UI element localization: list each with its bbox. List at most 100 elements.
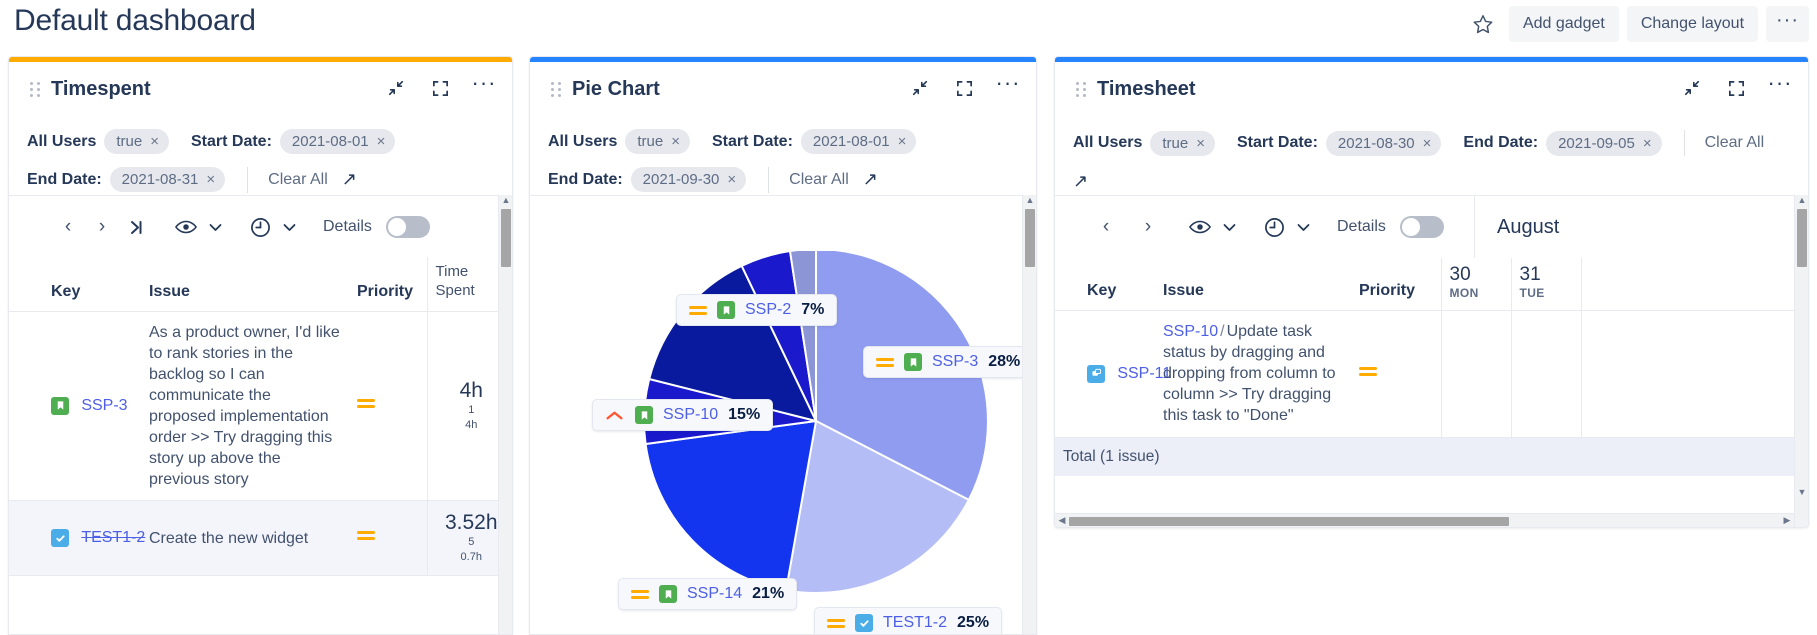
close-icon[interactable]: × — [1196, 136, 1205, 151]
pie-label-ssp-2[interactable]: SSP-2 7% — [676, 294, 838, 326]
eye-icon[interactable] — [1183, 212, 1217, 242]
column-header-time-spent: Time Spent — [426, 257, 498, 312]
table-row[interactable]: SSP-11 SSP-10/Update task status by drag… — [1055, 310, 1794, 438]
gadget-vertical-scrollbar[interactable]: ▲ ▼ — [1794, 195, 1808, 527]
close-icon[interactable]: × — [150, 134, 159, 149]
filter-label-end-date: End Date: — [548, 170, 623, 188]
pie-label-ssp-3[interactable]: SSP-3 28% — [863, 346, 1022, 378]
drag-handle-icon[interactable] — [1073, 81, 1089, 97]
last-page-icon[interactable] — [119, 212, 153, 242]
close-icon[interactable]: × — [206, 172, 215, 187]
filter-chip-all-users[interactable]: true × — [104, 129, 169, 155]
add-gadget-button[interactable]: Add gadget — [1508, 6, 1619, 42]
clear-all-button[interactable]: Clear All — [789, 171, 849, 189]
open-external-icon[interactable]: ↗ — [342, 169, 357, 190]
filter-chip-start-date[interactable]: 2021-08-01 × — [800, 129, 917, 155]
cell-day-31[interactable] — [1510, 310, 1581, 438]
drag-handle-icon[interactable] — [27, 81, 43, 97]
page-title: Default dashboard — [14, 4, 256, 37]
open-external-icon[interactable]: ↗ — [863, 169, 878, 190]
chip-value: 2021-08-30 — [1337, 134, 1415, 152]
timesheet-horizontal-scrollbar[interactable]: ◀ ▶ — [1055, 513, 1794, 527]
details-toggle[interactable] — [385, 216, 430, 238]
pie-label-ssp-14[interactable]: SSP-14 21% — [618, 578, 798, 610]
scrollbar-thumb[interactable] — [1025, 209, 1035, 267]
scroll-right-icon[interactable]: ▶ — [1780, 515, 1794, 526]
story-type-icon — [635, 406, 653, 424]
gadget-more-icon[interactable]: ··· — [1766, 72, 1794, 102]
pie-label-ssp-10[interactable]: SSP-10 15% — [592, 399, 774, 431]
gadget-actions: ··· — [382, 72, 498, 102]
prev-page-icon[interactable]: ‹ — [51, 212, 85, 242]
scroll-left-icon[interactable]: ◀ — [1055, 515, 1069, 526]
clock-icon[interactable] — [1257, 212, 1291, 242]
gadget-vertical-scrollbar[interactable]: ▲ — [498, 195, 512, 634]
open-external-icon[interactable]: ↗ — [1073, 171, 1088, 192]
gadget-more-icon[interactable]: ··· — [470, 72, 498, 102]
close-icon[interactable]: × — [1643, 136, 1652, 151]
pie-label-test1-2[interactable]: TEST1-2 25% — [814, 607, 1003, 634]
scrollbar-thumb[interactable] — [1797, 209, 1807, 267]
maximize-icon[interactable] — [950, 74, 978, 102]
gadget-body: SSP-2 7% SSP-10 15% SSP-3 28% SSP-14 21%… — [530, 195, 1036, 634]
clear-all-button[interactable]: Clear All — [268, 171, 328, 189]
gadget-header: Timespent ··· — [9, 62, 512, 116]
table-row[interactable]: SSP-3 As a product owner, I'd like to ra… — [9, 311, 498, 502]
collapse-icon[interactable] — [1678, 74, 1706, 102]
filter-chip-start-date[interactable]: 2021-08-30 × — [1325, 130, 1442, 156]
filter-chip-start-date[interactable]: 2021-08-01 × — [279, 129, 396, 155]
gadget-vertical-scrollbar[interactable]: ▲ — [1022, 195, 1036, 634]
scroll-up-icon[interactable]: ▲ — [499, 195, 512, 207]
drag-handle-icon[interactable] — [548, 81, 564, 97]
gadget-actions: ··· — [906, 72, 1022, 102]
scroll-down-icon[interactable]: ▼ — [1795, 485, 1808, 499]
filter-divider — [247, 166, 249, 193]
close-icon[interactable]: × — [671, 134, 680, 149]
star-icon[interactable] — [1465, 6, 1501, 42]
clear-all-button[interactable]: Clear All — [1705, 134, 1765, 152]
filter-chip-all-users[interactable]: true × — [1150, 130, 1215, 156]
filter-chip-end-date[interactable]: 2021-09-05 × — [1546, 130, 1662, 156]
details-toggle[interactable] — [1399, 216, 1444, 238]
next-page-icon[interactable]: › — [85, 212, 119, 242]
gadget-more-icon[interactable]: ··· — [994, 72, 1022, 102]
scroll-up-icon[interactable]: ▲ — [1795, 195, 1808, 207]
parent-issue-key-link[interactable]: SSP-10 — [1163, 323, 1218, 340]
close-icon[interactable]: × — [727, 172, 736, 187]
collapse-icon[interactable] — [906, 74, 934, 102]
filter-chip-end-date[interactable]: 2021-09-30 × — [630, 167, 747, 193]
cell-issue: Create the new widget — [141, 500, 349, 577]
filter-chip-all-users[interactable]: true × — [625, 129, 690, 155]
issue-key-link[interactable]: SSP-3 — [81, 397, 127, 414]
close-icon[interactable]: × — [377, 134, 386, 149]
maximize-icon[interactable] — [1722, 74, 1750, 102]
collapse-icon[interactable] — [382, 74, 410, 102]
eye-chevron-down-icon[interactable] — [203, 212, 227, 242]
scrollbar-thumb[interactable] — [1069, 517, 1509, 526]
eye-icon[interactable] — [169, 212, 203, 242]
filter-chip-end-date[interactable]: 2021-08-31 × — [109, 167, 226, 193]
clock-chevron-down-icon[interactable] — [1291, 212, 1315, 242]
prev-week-icon[interactable]: ‹ — [1089, 212, 1123, 242]
table-row[interactable]: TEST1-2 Create the new widget 3.52h 5 0.… — [9, 500, 498, 577]
change-layout-button[interactable]: Change layout — [1626, 6, 1759, 42]
topbar-actions: Add gadget Change layout ··· — [1465, 6, 1809, 42]
close-icon[interactable]: × — [1423, 136, 1432, 151]
clock-icon[interactable] — [243, 212, 277, 242]
scroll-up-icon[interactable]: ▲ — [1023, 195, 1036, 207]
eye-chevron-down-icon[interactable] — [1217, 212, 1241, 242]
issue-key-link[interactable]: TEST1-2 — [81, 529, 145, 546]
scrollbar-thumb[interactable] — [501, 209, 511, 267]
total-label: Total (1 issue) — [1055, 437, 1794, 476]
close-icon[interactable]: × — [898, 134, 907, 149]
next-week-icon[interactable]: › — [1131, 212, 1165, 242]
cell-day-30[interactable] — [1440, 310, 1511, 438]
dashboard-page: Default dashboard Add gadget Change layo… — [0, 0, 1817, 635]
gadget-body: ‹ › Details Key Issue Priority Time Spen… — [9, 195, 512, 634]
column-header-priority: Priority — [349, 257, 427, 312]
story-type-icon — [717, 301, 735, 319]
clock-chevron-down-icon[interactable] — [277, 212, 301, 242]
dashboard-more-button[interactable]: ··· — [1766, 6, 1809, 42]
day-number: 30 — [1449, 264, 1471, 285]
maximize-icon[interactable] — [426, 74, 454, 102]
